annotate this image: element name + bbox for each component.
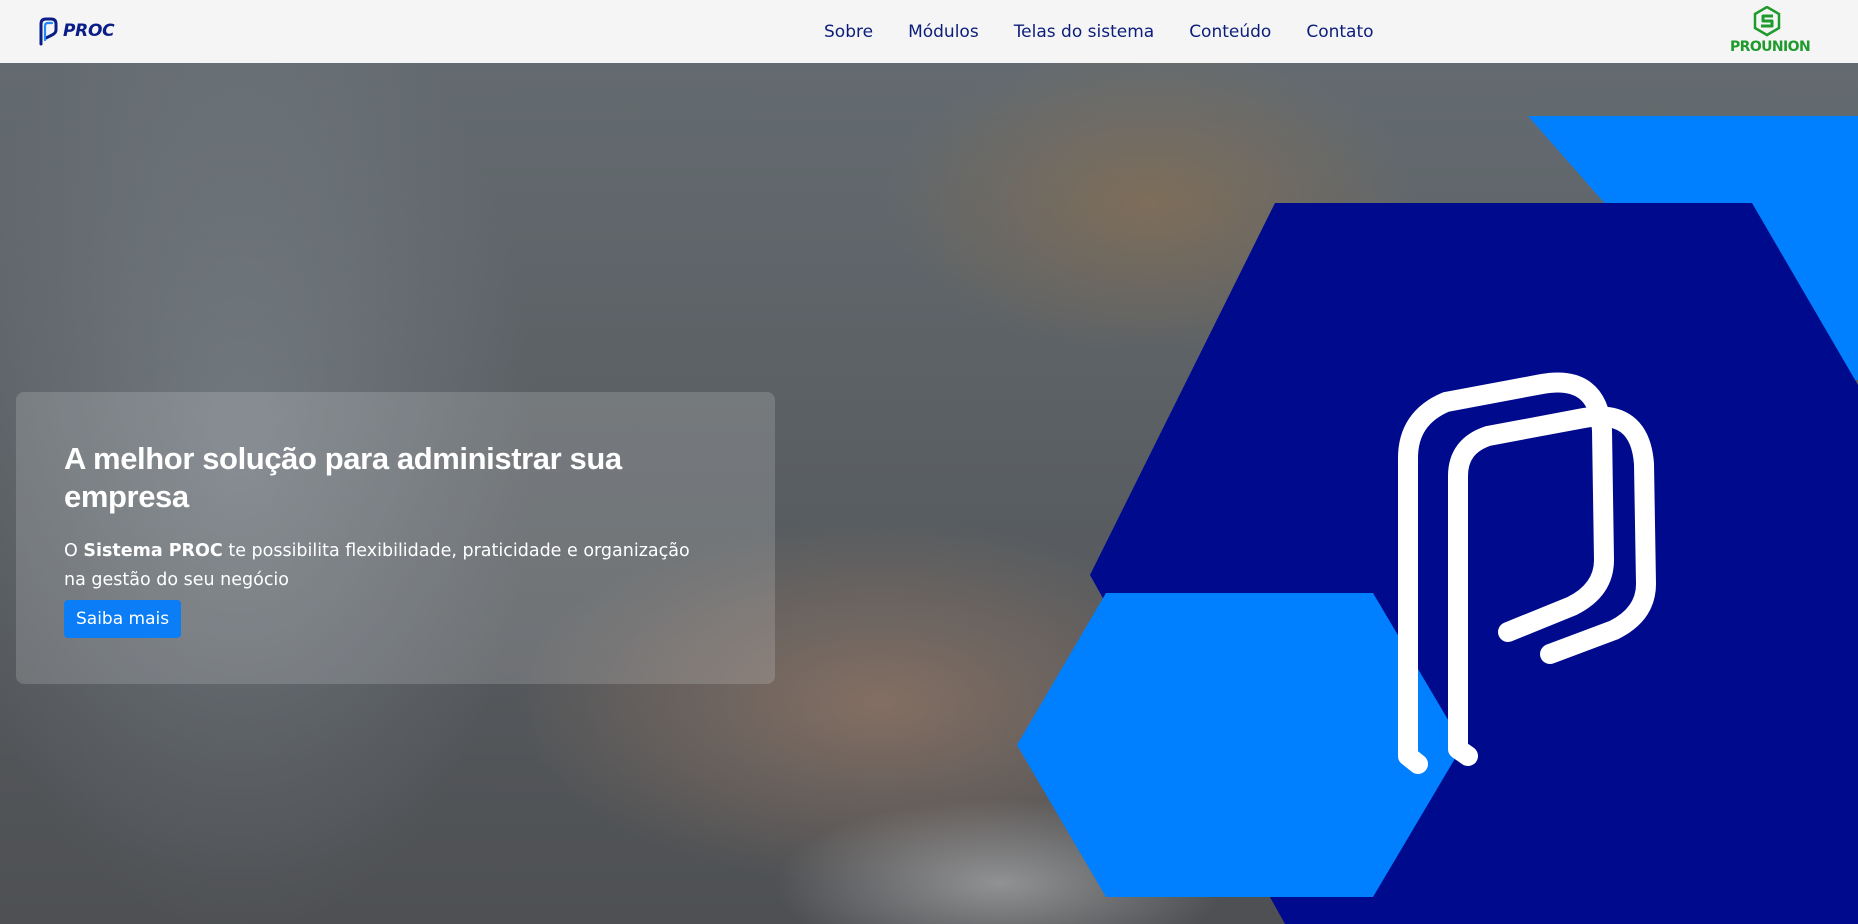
partner-wordmark: PROUNION <box>1730 39 1811 55</box>
proc-p-logo-icon <box>39 17 58 46</box>
prounion-logo-icon <box>1753 6 1781 37</box>
hero-desc-product-name: Sistema PROC <box>83 541 223 561</box>
brand-name: PROC <box>63 21 115 41</box>
brand-logo[interactable]: PROC <box>38 14 115 48</box>
hexagon-light-bottom <box>1017 593 1463 897</box>
nav-link-contato[interactable]: Contato <box>1306 22 1373 42</box>
hero-desc-prefix: O <box>64 541 84 561</box>
hero-card: A melhor solução para administrar sua em… <box>16 392 775 684</box>
top-navbar: PROC Sobre Módulos Telas do sistema Cont… <box>0 0 1858 63</box>
hero-description: O Sistema PROC te possibilita flexibilid… <box>64 537 704 595</box>
partner-logo[interactable]: PROUNION <box>1728 6 1811 58</box>
hero-section: A melhor solução para administrar sua em… <box>0 63 1858 924</box>
saiba-mais-button[interactable]: Saiba mais <box>64 600 182 638</box>
main-nav: Sobre Módulos Telas do sistema Conteúdo … <box>824 0 1374 63</box>
hero-title: A melhor solução para administrar sua em… <box>64 441 622 514</box>
nav-link-modulos[interactable]: Módulos <box>908 22 979 42</box>
nav-link-telas-do-sistema[interactable]: Telas do sistema <box>1014 22 1155 42</box>
nav-link-sobre[interactable]: Sobre <box>824 22 873 42</box>
nav-link-conteudo[interactable]: Conteúdo <box>1189 22 1271 42</box>
